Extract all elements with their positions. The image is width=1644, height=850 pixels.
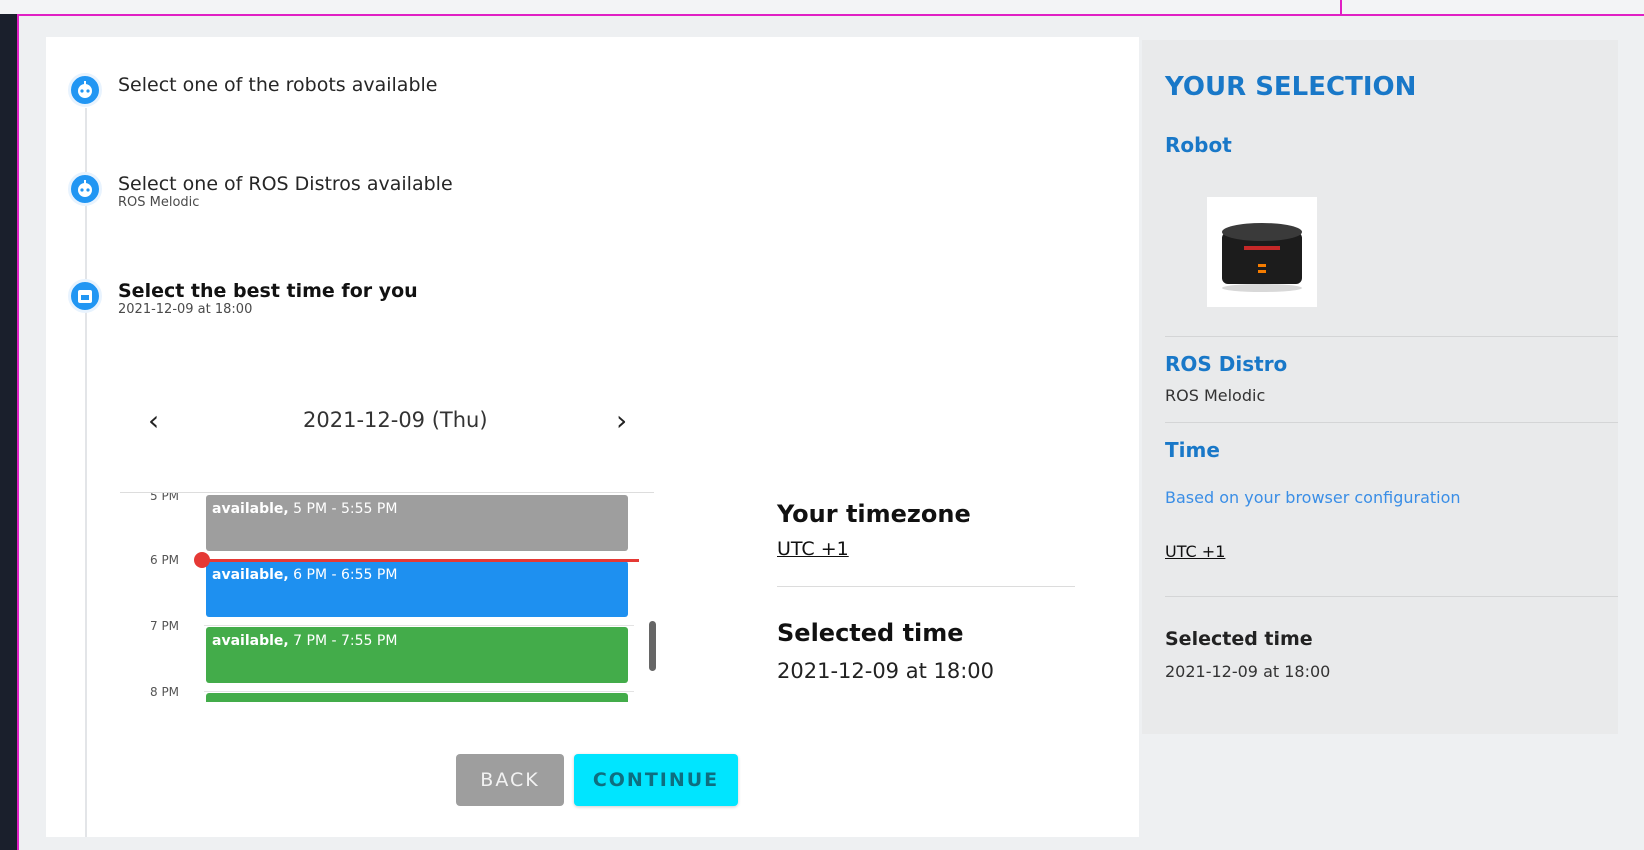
robot-icon bbox=[68, 172, 102, 206]
calendar-scrollbar[interactable] bbox=[649, 621, 656, 671]
robot-icon bbox=[68, 73, 102, 107]
selection-panel: YOUR SELECTION Robot ROS Distro ROS Melo… bbox=[1142, 40, 1618, 734]
date-navigation: ‹ 2021-12-09 (Thu) › bbox=[140, 400, 640, 444]
step-robot[interactable]: Select one of the robots available bbox=[68, 73, 437, 107]
top-bar bbox=[0, 0, 1644, 14]
panel-selected-time-value: 2021-12-09 at 18:00 bbox=[1165, 662, 1331, 681]
robot-label: Robot bbox=[1165, 133, 1232, 157]
hour-label: 8 PM bbox=[150, 685, 180, 699]
current-time-line bbox=[204, 559, 639, 562]
next-day-button[interactable]: › bbox=[616, 406, 627, 436]
ros-distro-label: ROS Distro bbox=[1165, 352, 1288, 376]
step-subtitle: ROS Melodic bbox=[118, 195, 200, 210]
step-title: Select the best time for you bbox=[118, 280, 418, 302]
timezone-title: Your timezone bbox=[777, 500, 971, 528]
hour-label: 7 PM bbox=[150, 619, 180, 633]
timezone-link[interactable]: UTC +1 bbox=[777, 538, 1075, 560]
selected-time-value: 2021-12-09 at 18:00 bbox=[777, 659, 995, 683]
divider bbox=[1165, 596, 1618, 597]
step-title: Select one of the robots available bbox=[118, 74, 438, 96]
day-calendar[interactable]: 5 PM 6 PM 7 PM 8 PM available, 5 PM - 5:… bbox=[120, 492, 654, 702]
ros-distro-value: ROS Melodic bbox=[1165, 386, 1266, 405]
step-subtitle: 2021-12-09 at 18:00 bbox=[118, 302, 253, 317]
hour-label: 5 PM bbox=[150, 492, 180, 503]
time-label: Time bbox=[1165, 438, 1220, 462]
slot-event[interactable] bbox=[206, 693, 628, 702]
step-title: Select one of ROS Distros available bbox=[118, 173, 453, 195]
current-time-dot bbox=[194, 552, 210, 568]
robot-image bbox=[1207, 197, 1317, 307]
continue-button[interactable]: CONTINUE bbox=[574, 754, 738, 806]
panel-title: YOUR SELECTION bbox=[1165, 72, 1417, 102]
slot-event[interactable]: available, 6 PM - 6:55 PM bbox=[206, 561, 628, 617]
step-time[interactable]: Select the best time for you 2021-12-09 … bbox=[68, 279, 418, 317]
selected-time-title: Selected time bbox=[777, 619, 964, 647]
step-ros-distro[interactable]: Select one of ROS Distros available ROS … bbox=[68, 172, 453, 210]
slot-event[interactable]: available, 5 PM - 5:55 PM bbox=[206, 495, 628, 551]
prev-day-button[interactable]: ‹ bbox=[148, 406, 159, 436]
hour-gridline bbox=[204, 625, 634, 626]
panel-timezone-link[interactable]: UTC +1 bbox=[1165, 542, 1225, 561]
divider bbox=[1165, 422, 1618, 423]
time-note: Based on your browser configuration bbox=[1165, 488, 1461, 507]
divider bbox=[1165, 336, 1618, 337]
back-button[interactable]: BACK bbox=[456, 754, 564, 806]
top-marker bbox=[1340, 0, 1342, 14]
slot-event[interactable]: available, 7 PM - 7:55 PM bbox=[206, 627, 628, 683]
hour-gridline bbox=[204, 691, 634, 692]
stepper-line bbox=[85, 108, 87, 837]
current-date: 2021-12-09 (Thu) bbox=[303, 408, 488, 432]
panel-selected-time-label: Selected time bbox=[1165, 628, 1313, 650]
divider bbox=[777, 586, 1075, 587]
calendar-icon bbox=[68, 279, 102, 313]
hour-label: 6 PM bbox=[150, 553, 180, 567]
timezone-summary: Your timezone UTC +1 Selected time 2021-… bbox=[777, 500, 1075, 683]
